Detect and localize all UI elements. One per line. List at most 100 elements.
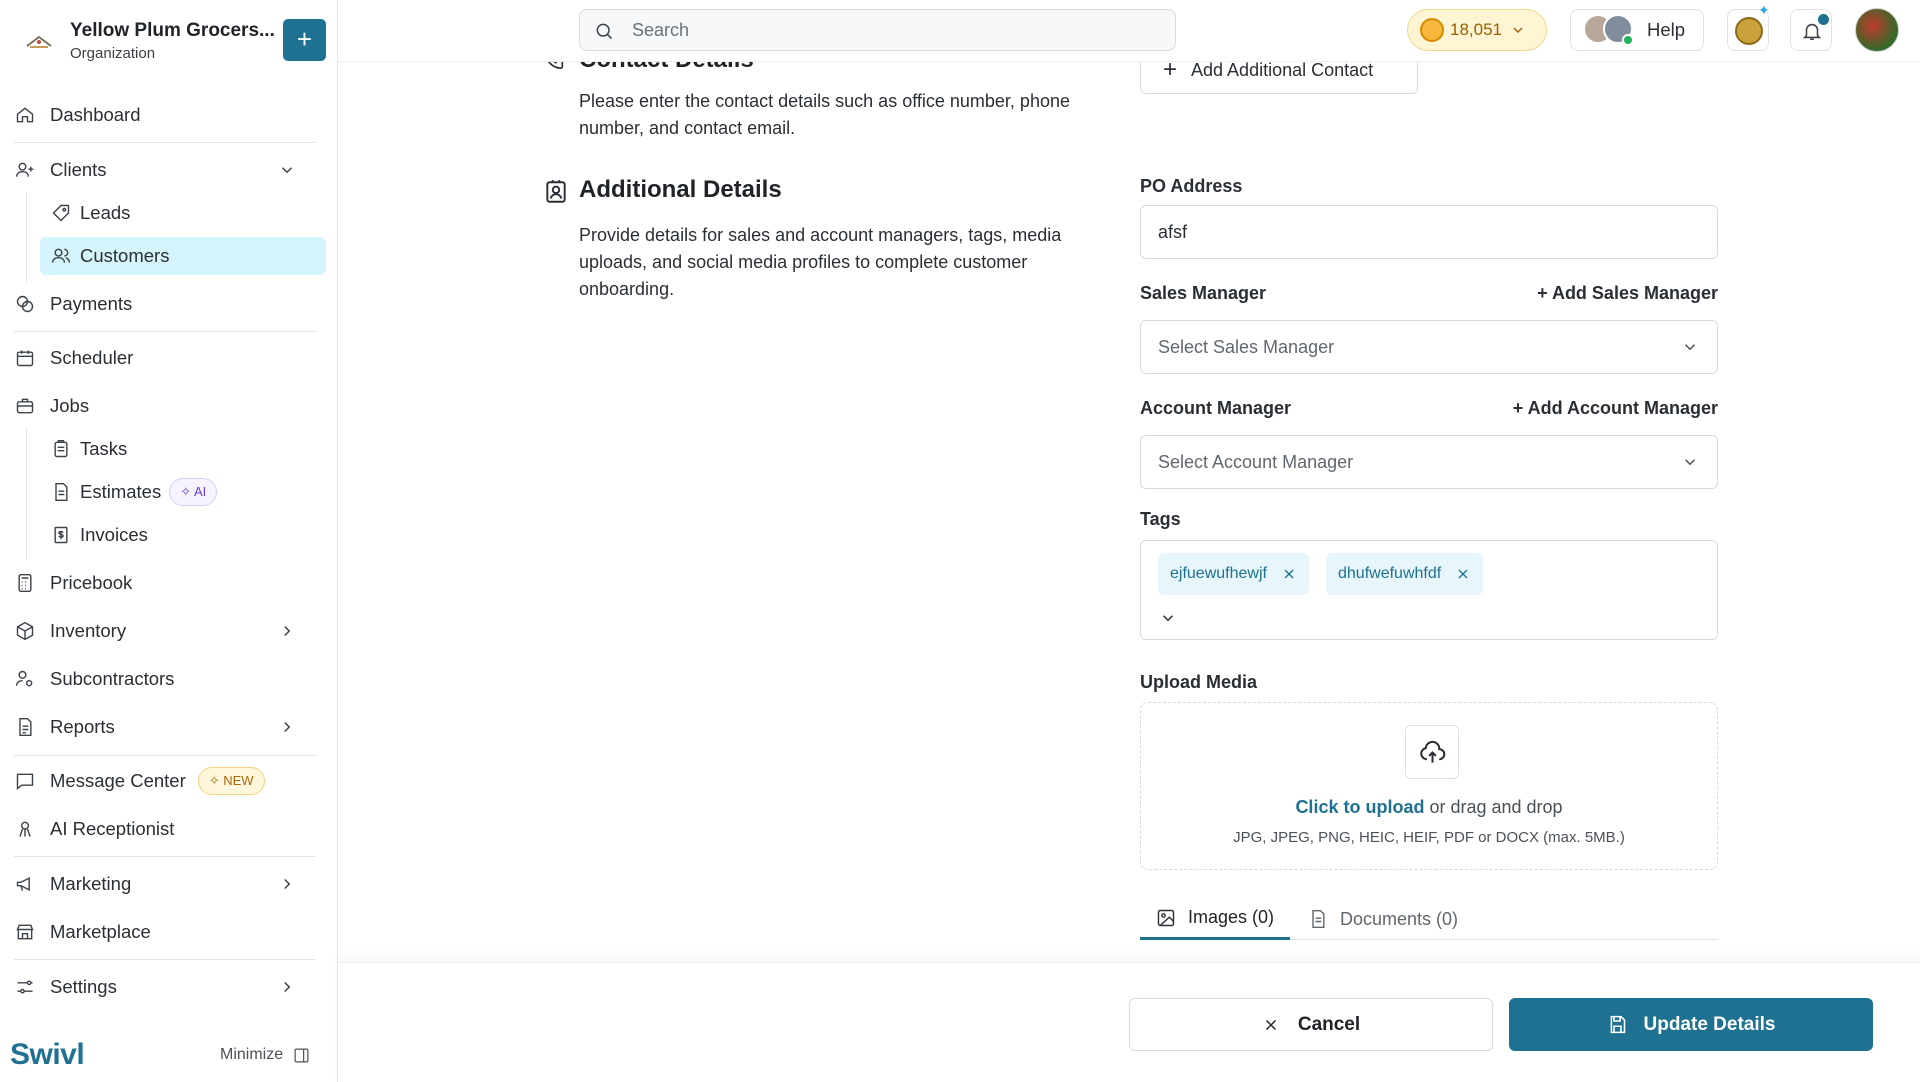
sidebar-item-marketing[interactable]: Marketing <box>14 865 318 903</box>
po-address-field[interactable]: afsf <box>1140 205 1718 259</box>
add-account-manager-link[interactable]: + Add Account Manager <box>1513 398 1718 419</box>
quick-add-button[interactable]: + <box>283 19 326 61</box>
save-icon <box>1610 1015 1625 1034</box>
sidebar-item-pricebook[interactable]: Pricebook <box>14 564 132 602</box>
tag-label: ejfuewufhewjf <box>1170 565 1267 582</box>
sidebar-item-payments[interactable]: Payments <box>14 285 132 323</box>
ai-assistant-button[interactable]: ✦ <box>1727 2 1770 51</box>
notification-dot <box>1818 14 1829 25</box>
receptionist-icon <box>14 818 36 840</box>
org-logo-icon <box>24 32 54 54</box>
sidebar-item-customers[interactable]: Customers <box>40 237 326 275</box>
sidebar-item-leads[interactable]: Leads <box>50 194 130 232</box>
add-contact-label: Add Additional Contact <box>1191 62 1374 80</box>
divider <box>14 331 316 332</box>
tags-label: Tags <box>1140 509 1181 529</box>
sidebar-item-label: AI Receptionist <box>50 818 175 839</box>
sidebar-item-reports[interactable]: Reports <box>14 708 318 746</box>
sidebar-item-settings[interactable]: Settings <box>14 968 318 1006</box>
coin-icon <box>1420 18 1444 42</box>
minimize-label: Minimize <box>220 1046 284 1063</box>
sidebar-item-label: Marketing <box>50 873 132 894</box>
org-switcher[interactable]: Yellow Plum Grocers... Organization <box>18 14 328 68</box>
sliders-icon <box>14 976 36 998</box>
credits-value: 18,051 <box>1450 20 1502 39</box>
search-input[interactable] <box>632 10 1152 50</box>
upload-dropzone[interactable]: Click to upload or drag and drop JPG, JP… <box>1140 702 1718 870</box>
sidebar-item-tasks[interactable]: Tasks <box>50 430 127 468</box>
sidebar-item-subcontractors[interactable]: Subcontractors <box>14 660 174 698</box>
contact-card-icon <box>543 179 569 205</box>
sales-manager-label: Sales Manager <box>1140 283 1267 303</box>
coins-icon <box>14 293 36 315</box>
account-manager-label: Account Manager <box>1140 398 1292 418</box>
sidebar-item-dashboard[interactable]: Dashboard <box>14 96 141 134</box>
add-sales-manager-link[interactable]: + Add Sales Manager <box>1537 283 1718 304</box>
sidebar-item-scheduler[interactable]: Scheduler <box>14 339 133 377</box>
cancel-button[interactable]: Cancel <box>1129 998 1493 1051</box>
media-tabs: Images (0) Documents (0) <box>1140 898 1718 940</box>
plus-icon: + <box>1163 62 1178 83</box>
chevron-down-icon <box>1684 344 1696 351</box>
tab-images[interactable]: Images (0) <box>1140 898 1291 940</box>
sidebar-item-label: Dashboard <box>50 104 141 125</box>
credits-button[interactable]: 18,051 <box>1407 9 1547 51</box>
sidebar-item-clients[interactable]: Clients <box>14 151 318 189</box>
sidebar-item-ai-receptionist[interactable]: AI Receptionist <box>14 810 174 848</box>
help-button[interactable]: Help <box>1570 9 1704 51</box>
top-bar: 18,051 Help ✦ <box>338 0 1920 62</box>
search-box[interactable] <box>579 9 1176 51</box>
sales-manager-select[interactable]: Select Sales Manager <box>1140 320 1718 374</box>
sidebar-item-label: Clients <box>50 159 107 180</box>
sidebar-item-label: Reports <box>50 716 115 737</box>
add-additional-contact-button[interactable]: + Add Additional Contact <box>1140 62 1418 94</box>
sidebar-item-label: Message Center <box>50 770 186 791</box>
megaphone-icon <box>14 873 36 895</box>
sidebar-item-label: Invoices <box>80 524 148 545</box>
tag-label: dhufwefuwhfdf <box>1338 565 1442 582</box>
click-to-upload-link[interactable]: Click to upload <box>1295 797 1424 817</box>
sidebar-item-inventory[interactable]: Inventory <box>14 612 318 650</box>
divider <box>14 856 316 857</box>
divider <box>14 755 316 756</box>
action-bar: Cancel Update Details <box>338 962 1920 1082</box>
contact-details-description: Please enter the contact details such as… <box>579 91 1070 138</box>
sidebar-item-marketplace[interactable]: Marketplace <box>14 913 151 951</box>
sidebar-item-label: Customers <box>80 245 170 266</box>
sidebar-item-label: Estimates <box>80 481 162 502</box>
sidebar-item-label: Marketplace <box>50 921 151 942</box>
chevron-right-icon <box>278 978 296 996</box>
sidebar-item-label: Scheduler <box>50 347 134 368</box>
chevron-down-icon <box>1513 27 1523 33</box>
minimize-button[interactable]: Minimize <box>220 1046 310 1064</box>
user-plus-icon <box>14 159 36 181</box>
phone-icon <box>544 62 566 70</box>
sidebar-toggle-icon <box>294 1048 309 1062</box>
sidebar-item-invoices[interactable]: Invoices <box>50 516 148 554</box>
tab-documents[interactable]: Documents (0) <box>1308 898 1458 940</box>
tag-chip: dhufwefuwhfdf <box>1326 553 1484 595</box>
chevron-down-icon[interactable] <box>1159 609 1177 627</box>
upload-icon-box <box>1405 725 1459 779</box>
account-manager-select[interactable]: Select Account Manager <box>1140 435 1718 489</box>
chevron-right-icon <box>278 875 296 893</box>
sidebar-item-estimates[interactable]: Estimates ✧ AI <box>50 473 218 511</box>
close-icon[interactable] <box>1281 566 1297 582</box>
tree-line <box>26 428 27 560</box>
close-icon <box>1265 1019 1276 1030</box>
update-details-button[interactable]: Update Details <box>1509 998 1873 1051</box>
online-indicator <box>1622 34 1634 46</box>
drag-drop-text: or drag and drop <box>1424 797 1563 817</box>
account-manager-placeholder: Select Account Manager <box>1158 451 1354 472</box>
search-icon <box>596 23 613 40</box>
tags-input[interactable]: ejfuewufhewjf dhufwefuwhfdf <box>1140 540 1718 640</box>
sidebar-item-message-center[interactable]: Message Center ✧ NEW <box>14 762 265 800</box>
sidebar-item-label: Jobs <box>50 395 90 416</box>
close-icon[interactable] <box>1455 566 1471 582</box>
sidebar-item-jobs[interactable]: Jobs <box>14 387 89 425</box>
sidebar: Yellow Plum Grocers... Organization + Da… <box>0 0 338 1082</box>
notifications-button[interactable] <box>1790 9 1832 51</box>
tag-icon <box>50 202 72 224</box>
sidebar-item-label: Payments <box>50 293 133 314</box>
user-avatar[interactable] <box>1855 8 1899 52</box>
